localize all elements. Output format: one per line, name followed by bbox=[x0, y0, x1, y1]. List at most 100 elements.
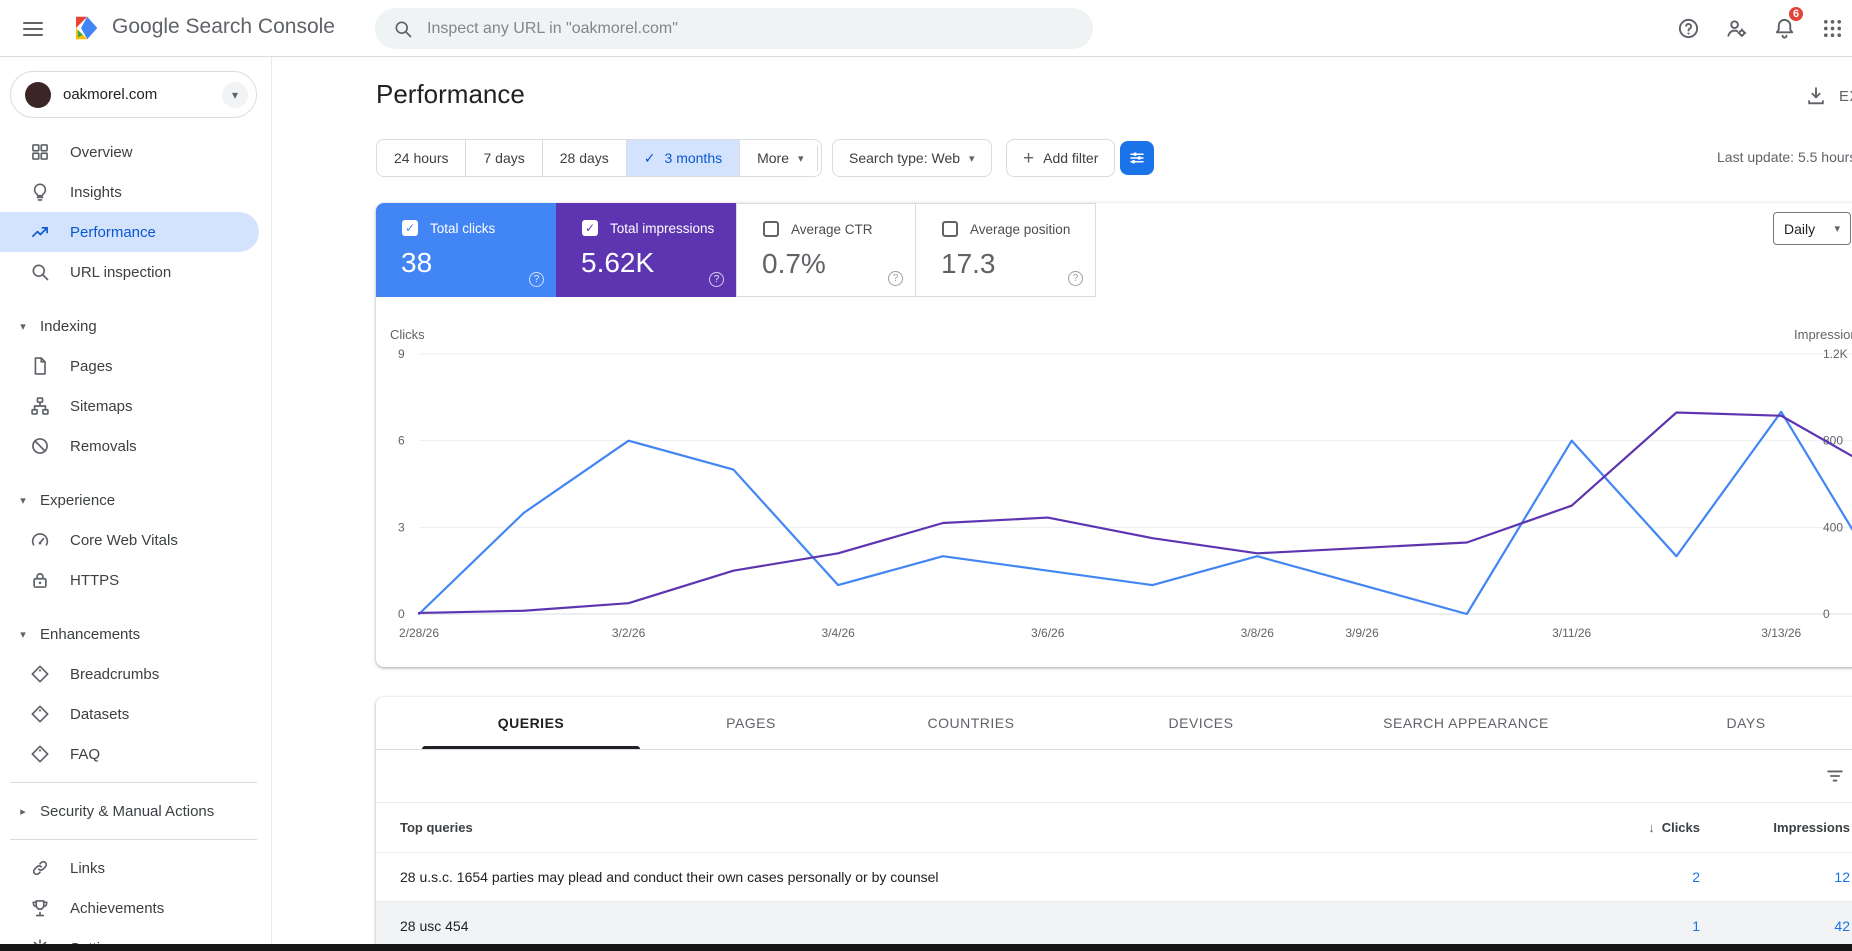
date-filter-more[interactable]: More ▾ bbox=[739, 140, 820, 176]
metric-value: 38 bbox=[401, 247, 433, 278]
date-filter-28-days[interactable]: ✓ 28 days bbox=[541, 140, 626, 176]
queries-table-panel: QUERIES PAGES COUNTRIES DEVICES SEARCH A… bbox=[376, 697, 1852, 951]
export-button[interactable]: EXPORT bbox=[1805, 85, 1852, 107]
date-filter-3-months[interactable]: ✓ 3 months bbox=[625, 140, 740, 176]
google-search-console-app: Google Search Console 6 oakmorel.com ▾ O… bbox=[0, 0, 1852, 951]
svg-text:0: 0 bbox=[1823, 607, 1830, 621]
tab-search-appearance[interactable]: SEARCH APPEARANCE bbox=[1316, 697, 1616, 749]
metric-card-average-position[interactable]: Average position 17.3 ? bbox=[916, 203, 1096, 297]
add-filter-button[interactable]: + Add filter bbox=[1006, 139, 1116, 177]
checkbox-icon[interactable]: ✓ bbox=[582, 220, 598, 236]
metric-card-total-impressions[interactable]: ✓ Total impressions 5.62K ? bbox=[556, 203, 736, 297]
filter-list-icon[interactable] bbox=[1824, 765, 1846, 787]
svg-text:Clicks: Clicks bbox=[390, 327, 425, 342]
sidebar-section-enhancements[interactable]: ▾ Enhancements bbox=[0, 614, 271, 654]
pages-icon bbox=[30, 356, 50, 376]
sidebar-item-faq[interactable]: FAQ bbox=[0, 734, 271, 774]
notification-badge: 6 bbox=[1787, 5, 1805, 23]
sidebar-item-sitemaps[interactable]: Sitemaps bbox=[0, 386, 271, 426]
chevron-right-icon: ▸ bbox=[20, 805, 26, 818]
insights-icon bbox=[30, 182, 50, 202]
chevron-down-icon: ▾ bbox=[1834, 223, 1840, 235]
url-inspection-input[interactable] bbox=[427, 19, 1075, 38]
metric-cards-row: ✓ Total clicks 38 ? ✓ Total impressions … bbox=[376, 203, 1852, 297]
sidebar-item-pages[interactable]: Pages bbox=[0, 346, 271, 386]
date-filter-7-days[interactable]: ✓ 7 days bbox=[465, 140, 541, 176]
impressions-cell: 12 bbox=[1834, 869, 1850, 885]
search-console-logo-icon bbox=[70, 13, 102, 43]
sidebar-item-overview[interactable]: Overview bbox=[0, 132, 271, 172]
chevron-down-icon: ▾ bbox=[20, 628, 26, 641]
main-content: Performance EXPORT ✓ 24 hours ✓ 7 days ✓… bbox=[272, 57, 1852, 951]
dimension-tabs: QUERIES PAGES COUNTRIES DEVICES SEARCH A… bbox=[376, 697, 1852, 750]
sidebar-item-core-web-vitals[interactable]: Core Web Vitals bbox=[0, 520, 271, 560]
tab-devices[interactable]: DEVICES bbox=[1086, 697, 1316, 749]
sidebar-item-https[interactable]: HTTPS bbox=[0, 560, 271, 600]
svg-text:3/11/26: 3/11/26 bbox=[1552, 626, 1591, 640]
clicks-cell: 1 bbox=[1692, 918, 1700, 934]
tab-days[interactable]: DAYS bbox=[1616, 697, 1852, 749]
sidebar-item-datasets[interactable]: Datasets bbox=[0, 694, 271, 734]
property-name: oakmorel.com bbox=[63, 86, 158, 103]
table-row[interactable]: 28 u.s.c. 1654 parties may plead and con… bbox=[376, 853, 1852, 902]
product-name: Google Search Console bbox=[112, 15, 335, 38]
breadcrumbs-icon bbox=[30, 664, 50, 684]
property-avatar bbox=[25, 81, 51, 108]
checkbox-icon[interactable] bbox=[763, 221, 779, 237]
user-settings-icon[interactable] bbox=[1725, 17, 1749, 41]
apps-grid-icon[interactable] bbox=[1821, 17, 1845, 41]
filter-settings-button[interactable] bbox=[1120, 141, 1154, 175]
sidebar-item-removals[interactable]: Removals bbox=[0, 426, 271, 466]
help-icon[interactable]: ? bbox=[1068, 271, 1083, 286]
chevron-down-icon: ▾ bbox=[20, 320, 26, 333]
sidebar: oakmorel.com ▾ Overview Insights Perform… bbox=[0, 57, 272, 951]
sidebar-section-experience[interactable]: ▾ Experience bbox=[0, 480, 271, 520]
hamburger-menu-icon[interactable] bbox=[20, 16, 46, 42]
performance-icon bbox=[30, 222, 50, 242]
sitemaps-icon bbox=[30, 396, 50, 416]
sidebar-item-performance[interactable]: Performance bbox=[0, 212, 259, 252]
tab-countries[interactable]: COUNTRIES bbox=[856, 697, 1086, 749]
metric-card-total-clicks[interactable]: ✓ Total clicks 38 ? bbox=[376, 203, 556, 297]
sidebar-item-achievements[interactable]: Achievements bbox=[0, 888, 271, 928]
sidebar-item-insights[interactable]: Insights bbox=[0, 172, 271, 212]
chevron-down-icon: ▾ bbox=[222, 81, 248, 108]
sort-desc-icon: ↓ bbox=[1648, 820, 1655, 835]
help-icon[interactable]: ? bbox=[888, 271, 903, 286]
tab-queries[interactable]: QUERIES bbox=[416, 697, 646, 749]
sidebar-section-security-manual-actions[interactable]: ▸ Security & Manual Actions bbox=[0, 791, 271, 831]
svg-text:3/13/26: 3/13/26 bbox=[1761, 626, 1801, 640]
help-icon[interactable]: ? bbox=[529, 272, 544, 287]
svg-text:3/6/26: 3/6/26 bbox=[1031, 626, 1065, 640]
chevron-down-icon: ▾ bbox=[20, 494, 26, 507]
help-icon[interactable]: ? bbox=[709, 272, 724, 287]
top-queries-header[interactable]: Top queries bbox=[376, 820, 1580, 835]
url-inspection-searchbar[interactable] bbox=[375, 8, 1093, 49]
tune-icon bbox=[1128, 149, 1146, 167]
sidebar-item-url-inspection[interactable]: URL inspection bbox=[0, 252, 271, 292]
faq-icon bbox=[30, 744, 50, 764]
sidebar-item-breadcrumbs[interactable]: Breadcrumbs bbox=[0, 654, 271, 694]
svg-text:3/9/26: 3/9/26 bbox=[1345, 626, 1379, 640]
check-icon: ✓ bbox=[643, 149, 656, 166]
plus-icon: + bbox=[1023, 147, 1035, 169]
removals-icon bbox=[30, 436, 50, 456]
checkbox-icon[interactable] bbox=[942, 221, 958, 237]
svg-text:3/4/26: 3/4/26 bbox=[821, 626, 855, 640]
svg-text:1.2K: 1.2K bbox=[1823, 347, 1848, 361]
performance-line-chart[interactable]: 036904008001.2K2/28/26 3/2/26 3/4/26 3/6/26… bbox=[376, 297, 1852, 667]
svg-text:3/8/26: 3/8/26 bbox=[1241, 626, 1275, 640]
metric-card-average-ctr[interactable]: Average CTR 0.7% ? bbox=[736, 203, 916, 297]
date-filter-24-hours[interactable]: ✓ 24 hours bbox=[377, 140, 465, 176]
sidebar-item-links[interactable]: Links bbox=[0, 848, 271, 888]
table-header-row: Top queries ↓ Clicks Impressions bbox=[376, 803, 1852, 853]
impressions-header[interactable]: Impressions bbox=[1700, 820, 1850, 835]
tab-pages[interactable]: PAGES bbox=[646, 697, 856, 749]
help-icon[interactable] bbox=[1677, 17, 1701, 41]
search-type-filter[interactable]: Search type: Web ▾ bbox=[832, 139, 992, 177]
sidebar-section-indexing[interactable]: ▾ Indexing bbox=[0, 306, 271, 346]
clicks-header[interactable]: ↓ Clicks bbox=[1580, 820, 1700, 835]
property-selector[interactable]: oakmorel.com ▾ bbox=[10, 71, 257, 118]
interval-select[interactable]: Daily ▾ bbox=[1773, 212, 1851, 245]
checkbox-icon[interactable]: ✓ bbox=[402, 220, 418, 236]
